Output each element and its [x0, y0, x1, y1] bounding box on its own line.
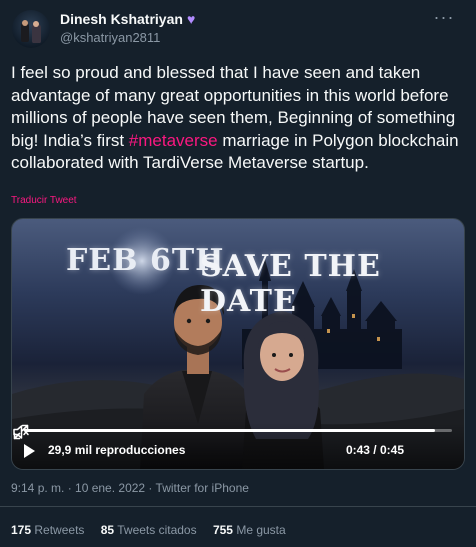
divider [0, 506, 476, 507]
stat-retweets[interactable]: 175 Retweets [11, 523, 84, 537]
stat-count: 85 [100, 523, 115, 537]
video-time: 0:43 / 0:45 [345, 443, 404, 457]
video-controls: 29,9 mil reproducciones 0:43 / 0:45 [12, 423, 464, 469]
author-handle[interactable]: @kshatriyan2811 [60, 30, 160, 45]
tweet-header: Dinesh Kshatriyan ♥ @kshatriyan2811 ··· [10, 8, 466, 48]
stat-label: Tweets citados [117, 523, 197, 537]
stat-likes[interactable]: 755 Me gusta [213, 523, 286, 537]
tweet-stats: 175 Retweets 85 Tweets citados 755 Me gu… [11, 523, 299, 537]
author-name[interactable]: Dinesh Kshatriyan ♥ [60, 11, 195, 27]
stat-count: 175 [11, 523, 32, 537]
video-title-save: SAVE THE DATE [200, 249, 381, 319]
view-count: 29,9 mil reproducciones [48, 443, 186, 457]
author-name-text[interactable]: Dinesh Kshatriyan [60, 11, 183, 27]
stat-count: 755 [212, 523, 233, 537]
avatar[interactable] [12, 10, 50, 48]
hashtag-link[interactable]: #metaverse [129, 131, 218, 150]
tweet-text: I feel so proud and blessed that I have … [11, 62, 467, 175]
video-player[interactable]: FEB 6TH SAVE THE DATE 29,9 mil reproducc… [11, 218, 465, 470]
more-icon[interactable]: ··· [432, 8, 456, 30]
stat-label: Retweets [34, 523, 85, 537]
play-icon[interactable] [24, 444, 35, 458]
tweet-timestamp[interactable]: 9:14 p. m. · 10 ene. 2022 · Twitter for … [11, 481, 249, 495]
stat-quote-tweets[interactable]: 85 Tweets citados [101, 523, 197, 537]
translate-tweet-link[interactable]: Traducir Tweet [11, 195, 77, 206]
fullscreen-icon[interactable] [12, 423, 30, 441]
heart-icon: ♥ [186, 11, 196, 27]
video-progress-bar[interactable] [24, 429, 452, 432]
stat-label: Me gusta [236, 523, 286, 537]
video-progress-fill [24, 429, 435, 432]
